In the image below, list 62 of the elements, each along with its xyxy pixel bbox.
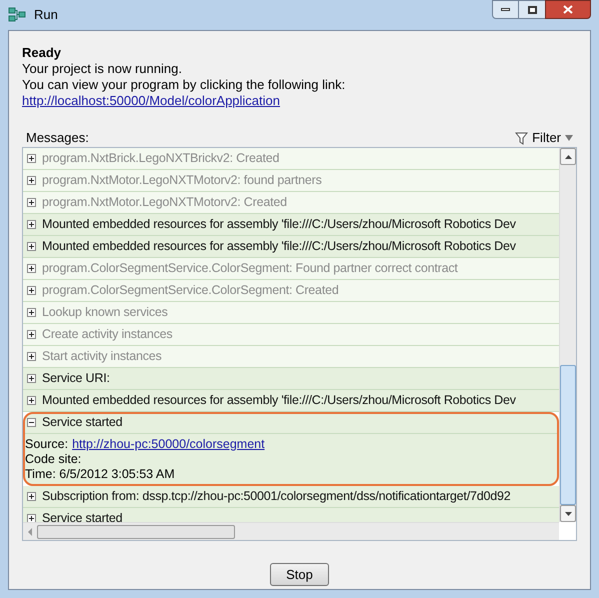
message-row[interactable]: Subscription from: dssp.tcp://zhou-pc:50001/colorsegment/dss/notificationtarget/7d0d92 <box>23 486 559 508</box>
expand-icon[interactable] <box>27 176 36 185</box>
window-title: Run <box>34 6 58 24</box>
expand-icon[interactable] <box>27 154 36 163</box>
message-text: program.NxtMotor.LegoNXTMotorv2: found partners <box>42 172 322 190</box>
message-row[interactable]: Mounted embedded resources for assembly 'file:///C:/Users/zhou/Microsoft Robotics Dev <box>23 390 559 412</box>
expand-icon[interactable] <box>27 286 36 295</box>
expand-icon[interactable] <box>27 352 36 361</box>
collapse-icon[interactable] <box>27 418 36 427</box>
message-row[interactable]: Mounted embedded resources for assembly 'file:///C:/Users/zhou/Microsoft Robotics Dev <box>23 214 559 236</box>
scroll-thumb[interactable] <box>37 524 235 538</box>
message-row[interactable]: Service started Source: http://zhou-pc:50000/colorsegment Code site: Time: 6/5/2012 3:05:53 AM <box>23 412 559 486</box>
filter-button[interactable]: Filter <box>515 128 577 148</box>
expand-icon[interactable] <box>27 242 36 251</box>
message-text: Start activity instances <box>42 348 162 366</box>
horizontal-scrollbar[interactable] <box>23 522 559 540</box>
expand-icon[interactable] <box>27 492 36 501</box>
message-text: program.NxtBrick.LegoNXTBrickv2: Created <box>42 150 280 168</box>
message-text: program.NxtMotor.LegoNXTMotorv2: Created <box>42 194 287 212</box>
status-text: You can view your program by clicking the following link: <box>22 77 346 93</box>
scroll-thumb[interactable] <box>560 365 576 505</box>
detail-label: Code site: <box>25 452 82 467</box>
up-arrow-icon <box>564 154 572 158</box>
expand-icon[interactable] <box>27 330 36 339</box>
maximize-button[interactable] <box>519 0 545 19</box>
message-text: Mounted embedded resources for assembly 'file:///C:/Users/zhou/Microsoft Robotics Dev <box>42 392 516 410</box>
expand-icon[interactable] <box>27 198 36 207</box>
message-text: Subscription from: dssp.tcp://zhou-pc:50001/colorsegment/dss/notificationtarget/7d0d92 <box>42 488 510 506</box>
close-button[interactable] <box>545 0 591 19</box>
detail-label: Source: <box>25 437 68 452</box>
down-arrow-icon <box>564 512 572 516</box>
filter-icon <box>515 132 528 144</box>
message-text: Mounted embedded resources for assembly 'file:///C:/Users/zhou/Microsoft Robotics Dev <box>42 238 516 256</box>
message-text: program.ColorSegmentService.ColorSegment: Created <box>42 282 339 300</box>
app-icon <box>8 6 26 23</box>
message-text: Service started <box>42 510 122 522</box>
vertical-scrollbar[interactable] <box>559 148 576 522</box>
message-text: Create activity instances <box>42 326 172 344</box>
expand-icon[interactable] <box>27 374 36 383</box>
message-row[interactable]: Mounted embedded resources for assembly 'file:///C:/Users/zhou/Microsoft Robotics Dev <box>23 236 559 258</box>
expand-icon[interactable] <box>27 264 36 273</box>
message-text: Mounted embedded resources for assembly 'file:///C:/Users/zhou/Microsoft Robotics Dev <box>42 216 516 234</box>
detail-label: Time: 6/5/2012 3:05:53 AM <box>25 467 175 482</box>
minimize-button[interactable] <box>492 0 519 19</box>
message-text: Service started <box>42 414 122 432</box>
caret-icon <box>565 135 573 141</box>
expand-icon[interactable] <box>27 514 36 522</box>
source-link[interactable]: http://zhou-pc:50000/colorsegment <box>72 437 265 452</box>
message-text: program.ColorSegmentService.ColorSegment: Found partner correct contract <box>42 260 458 278</box>
expand-icon[interactable] <box>27 396 36 405</box>
message-text: Lookup known services <box>42 304 168 322</box>
messages-label: Messages: <box>25 129 89 148</box>
stop-button[interactable]: Stop <box>270 563 329 586</box>
message-row[interactable]: Service started <box>23 508 559 522</box>
application-link[interactable]: http://localhost:50000/Model/colorApplication <box>22 93 280 109</box>
close-icon <box>563 5 573 14</box>
status-text: Your project is now running. <box>22 61 183 77</box>
expand-icon[interactable] <box>27 220 36 229</box>
message-row[interactable]: Service URI: <box>23 368 559 390</box>
message-text: Service URI: <box>42 370 110 388</box>
status-heading: Ready <box>22 45 62 61</box>
expand-icon[interactable] <box>27 308 36 317</box>
